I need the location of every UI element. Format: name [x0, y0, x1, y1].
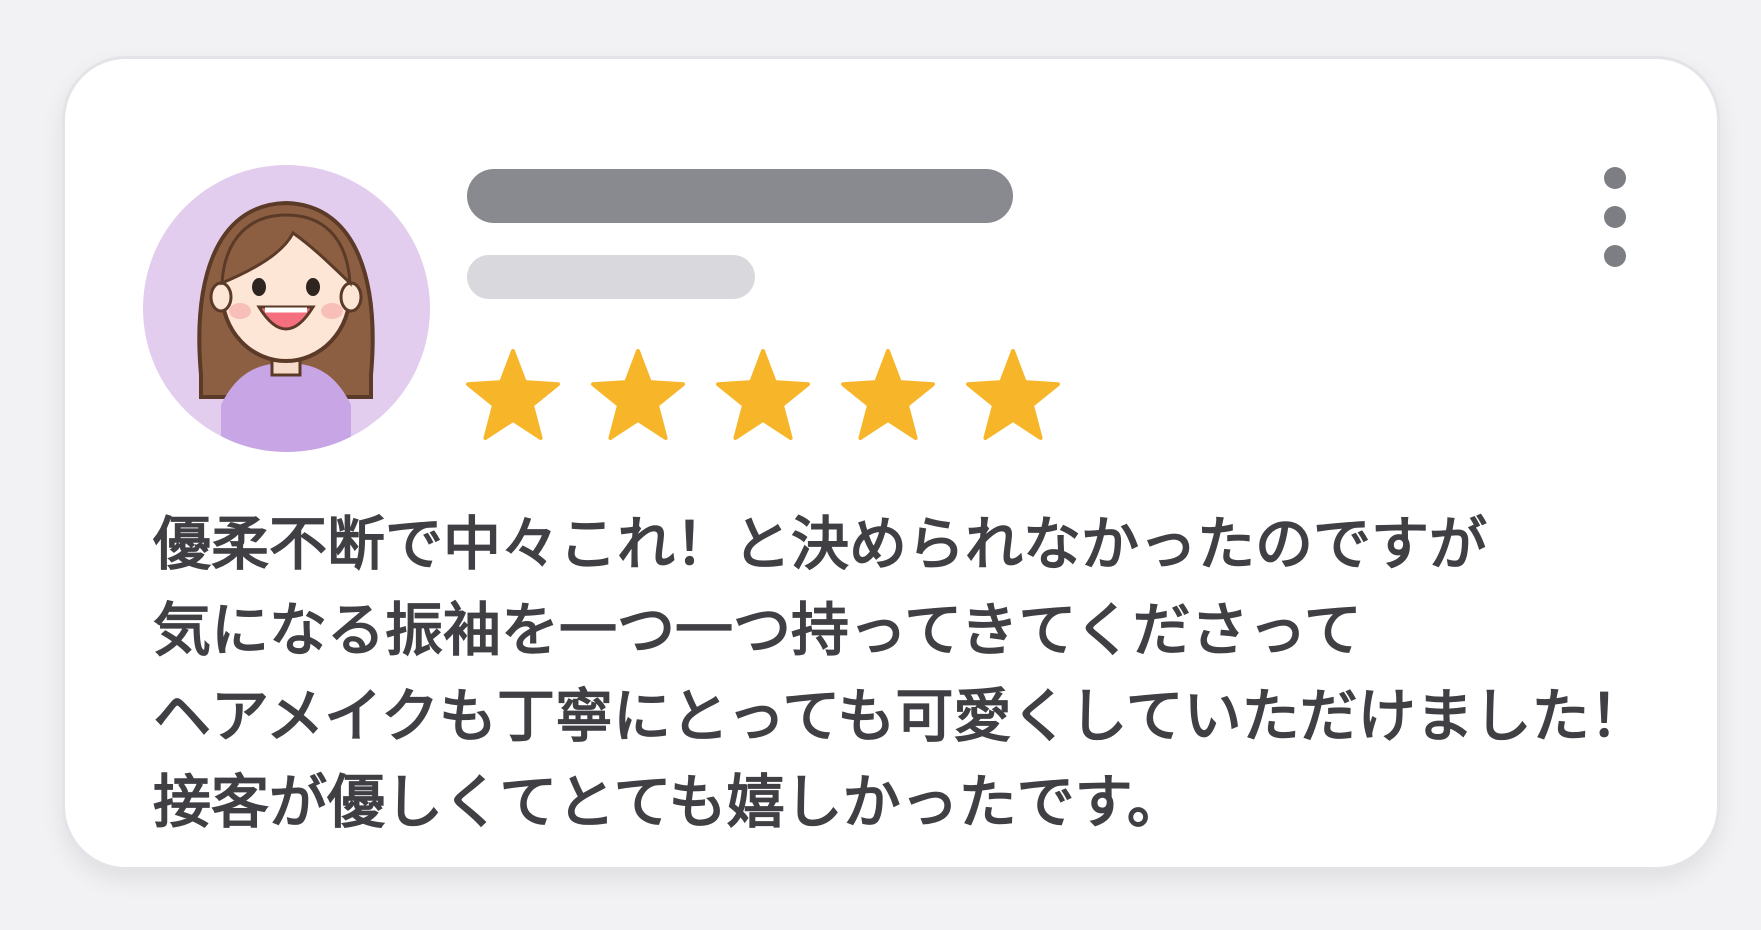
- avatar: [143, 165, 430, 452]
- star-icon: [713, 346, 813, 446]
- star-icon: [838, 346, 938, 446]
- review-line: 接客が優しくてとても嬉しかったです。: [153, 768, 1185, 836]
- review-text: 優柔不断で中々これ！と決められなかったのですが 気になる振袖を一つ一つ持ってきて…: [153, 501, 1693, 845]
- review-card: 優柔不断で中々これ！と決められなかったのですが 気になる振袖を一つ一つ持ってきて…: [62, 56, 1720, 870]
- star-icon: [963, 346, 1063, 446]
- review-date-placeholder: [467, 255, 755, 299]
- review-line: ヘアメイクも丁寧にとっても可愛くしていただけました！: [153, 682, 1648, 750]
- more-options-button[interactable]: [1593, 167, 1637, 267]
- review-line: 気になる振袖を一つ一つ持ってきてくださって: [153, 596, 1362, 664]
- more-vertical-icon: [1604, 245, 1626, 267]
- star-icon: [588, 346, 688, 446]
- star-rating: [463, 346, 1063, 454]
- smiling-woman-avatar-icon: [197, 200, 375, 452]
- review-line: 優柔不断で中々これ！と決められなかったのですが: [153, 510, 1488, 578]
- more-vertical-icon: [1604, 206, 1626, 228]
- reviewer-name-placeholder: [467, 169, 1013, 223]
- star-icon: [463, 346, 563, 446]
- more-vertical-icon: [1604, 167, 1626, 189]
